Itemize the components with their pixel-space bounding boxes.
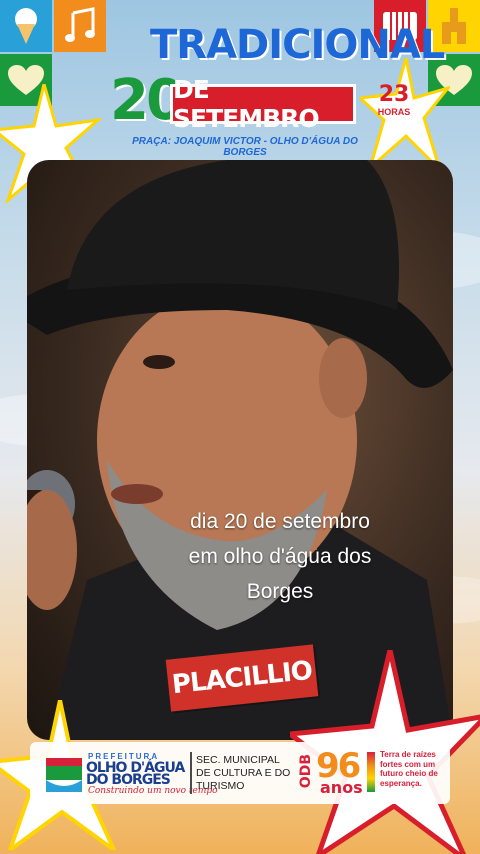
music-note-icon bbox=[65, 7, 95, 42]
event-poster: TRADICIONAL 20 DE SETEMBRO 23 HORAS PRAÇ… bbox=[0, 0, 480, 854]
secretariat-line-1: SEC. MUNICIPAL bbox=[196, 754, 280, 766]
color-strip bbox=[367, 752, 375, 792]
tagline-line-1: Terra de raízes bbox=[380, 750, 436, 759]
tagline-text: Terra de raízes fortes com um futuro che… bbox=[380, 750, 440, 788]
caption-line-3: Borges bbox=[246, 580, 314, 603]
date-month: DE SETEMBRO bbox=[173, 75, 320, 133]
tagline-line-2: fortes com um bbox=[380, 759, 436, 769]
photo-caption: dia 20 de setembro em olho d'água dos Bo… bbox=[120, 504, 440, 609]
tagline-line-3: futuro cheio de bbox=[380, 769, 438, 778]
date-month-banner: DE SETEMBRO bbox=[170, 75, 356, 133]
venue-text: PRAÇA: JOAQUIM VICTOR - OLHO D'ÁGUA DO B… bbox=[132, 136, 358, 158]
footer-divider bbox=[190, 752, 192, 794]
city-logo-icon bbox=[46, 758, 82, 792]
event-title: TRADICIONAL bbox=[150, 22, 445, 68]
anniversary-label: anos bbox=[320, 778, 363, 797]
hour-number: 23 bbox=[378, 82, 410, 107]
ice-cream-tile bbox=[0, 0, 52, 52]
anniversary-prefix: ODB bbox=[298, 754, 314, 789]
music-tile bbox=[54, 0, 106, 52]
ice-cream-icon bbox=[15, 8, 37, 44]
hour-label: HORAS bbox=[377, 107, 411, 117]
tagline-line-4: esperança. bbox=[380, 778, 422, 788]
secretariat-line-2: DE CULTURA E DO bbox=[196, 767, 291, 779]
caption-line-2: em olho d'água dos bbox=[188, 545, 372, 568]
secretariat-line-3: TURISMO bbox=[196, 780, 245, 792]
anniversary-logo: ODB 96 anos bbox=[298, 746, 364, 798]
secretariat-text: SEC. MUNICIPAL DE CULTURA E DO TURISMO bbox=[196, 754, 296, 793]
caption-line-1: dia 20 de setembro bbox=[190, 510, 370, 533]
